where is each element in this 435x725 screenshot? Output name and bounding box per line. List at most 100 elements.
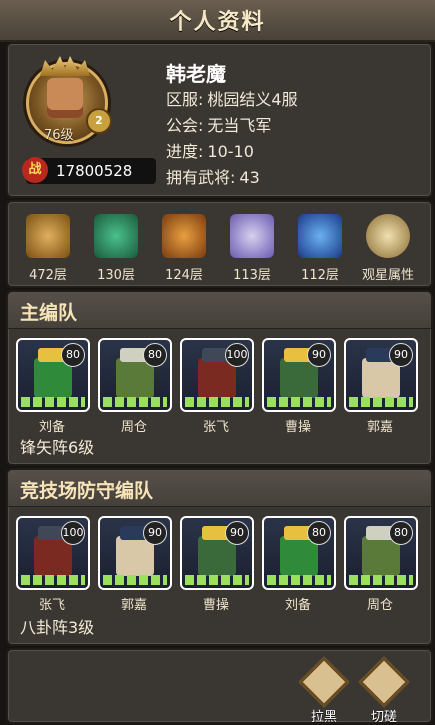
actions-panel: 拉黑 切磋 xyxy=(6,648,433,725)
guild-value: 无当飞军 xyxy=(207,116,272,135)
star-attributes-label: 观星属性 xyxy=(361,268,414,283)
server-info: 区服: 桃园结义4服 xyxy=(166,86,298,110)
hero-name: 郭嘉 xyxy=(366,420,393,435)
main-team-header: 主编队 xyxy=(8,292,431,329)
hero-stars xyxy=(349,397,413,407)
hero-name: 曹操 xyxy=(202,598,229,613)
hero-level-badge: 80 xyxy=(307,521,331,545)
hero-name: 刘备 xyxy=(284,598,311,613)
hero-stars xyxy=(103,397,167,407)
guild-label: 公会: xyxy=(166,116,204,135)
hero-portrait: 80 xyxy=(16,338,90,412)
hero-stars xyxy=(349,575,413,585)
hero-level-badge: 80 xyxy=(61,343,85,367)
hero-card[interactable]: 100 张飞 xyxy=(180,338,254,435)
hero-stars xyxy=(267,397,331,407)
green-dragon-icon xyxy=(94,214,138,258)
power-display: 战 17800528 xyxy=(22,157,156,184)
hero-level-badge: 80 xyxy=(143,343,167,367)
star-item[interactable]: 124层 xyxy=(154,214,214,283)
hero-portrait: 90 xyxy=(180,516,254,590)
progress-value: 10-10 xyxy=(207,142,254,161)
generals-label: 拥有武将: xyxy=(166,168,236,187)
stars-panel: 472层 130层 124层 113层 112层 观星属性 xyxy=(6,200,433,288)
hero-card[interactable]: 80 周仓 xyxy=(98,338,172,435)
hero-portrait: 90 xyxy=(344,338,418,412)
hero-stars xyxy=(103,575,167,585)
title-bar: 个人资料 xyxy=(0,0,435,42)
hero-card[interactable]: 90 曹操 xyxy=(262,338,336,435)
hero-level-badge: 90 xyxy=(389,343,413,367)
star-label: 130层 xyxy=(97,268,135,283)
spar-label: 切磋 xyxy=(370,710,397,725)
hero-name: 曹操 xyxy=(284,420,311,435)
profile-panel: 2 76级 战 17800528 韩老魔 区服: 桃园结义4服 公会: 无当飞军 进… xyxy=(6,42,433,198)
blacklist-button[interactable]: 拉黑 xyxy=(298,656,350,725)
crossed-swords-icon xyxy=(26,214,70,258)
hero-level-badge: 90 xyxy=(225,521,249,545)
hero-card[interactable]: 80 刘备 xyxy=(16,338,90,435)
hero-stars xyxy=(21,575,85,585)
star-item[interactable]: 472层 xyxy=(18,214,78,283)
hero-stars xyxy=(185,397,249,407)
blue-crystal-icon xyxy=(298,214,342,258)
hero-portrait: 100 xyxy=(180,338,254,412)
generals-value: 43 xyxy=(239,168,260,187)
hero-level-badge: 100 xyxy=(225,343,249,367)
hero-level-badge: 80 xyxy=(389,521,413,545)
server-label: 区服: xyxy=(166,90,204,109)
player-name: 韩老魔 xyxy=(166,62,226,86)
star-item[interactable]: 130层 xyxy=(86,214,146,283)
hero-name: 张飞 xyxy=(38,598,65,613)
blacklist-label: 拉黑 xyxy=(310,710,337,725)
progress-info: 进度: 10-10 xyxy=(166,138,254,162)
arena-team-header: 竞技场防守编队 xyxy=(8,470,431,507)
hero-name: 郭嘉 xyxy=(120,598,147,613)
hero-card[interactable]: 80 周仓 xyxy=(344,516,418,613)
star-item[interactable]: 113层 xyxy=(222,214,282,283)
star-label: 112层 xyxy=(301,268,339,283)
guild-info: 公会: 无当飞军 xyxy=(166,112,271,136)
hero-stars xyxy=(21,397,85,407)
player-level: 76级 xyxy=(44,128,74,143)
main-team-panel: 主编队 80 刘备 80 周仓 100 张飞 90 曹操 90 郭嘉 锋矢阵6级 xyxy=(6,290,433,466)
hero-portrait: 90 xyxy=(98,516,172,590)
star-attributes-button[interactable]: 观星属性 xyxy=(358,214,418,283)
formation-label: 八卦阵3级 xyxy=(20,618,95,637)
spar-button[interactable]: 切磋 xyxy=(358,656,410,725)
star-label: 124层 xyxy=(165,268,203,283)
blacklist-icon xyxy=(298,656,350,708)
hero-name: 周仓 xyxy=(366,598,393,613)
power-value: 17800528 xyxy=(56,162,133,180)
hero-card[interactable]: 90 郭嘉 xyxy=(344,338,418,435)
hero-name: 刘备 xyxy=(38,420,65,435)
yin-yang-icon xyxy=(366,214,410,258)
hero-level-badge: 100 xyxy=(61,521,85,545)
hero-level-badge: 90 xyxy=(307,343,331,367)
spar-icon xyxy=(358,656,410,708)
hero-portrait: 80 xyxy=(344,516,418,590)
star-item[interactable]: 112层 xyxy=(290,214,350,283)
hero-portrait: 80 xyxy=(98,338,172,412)
hero-name: 周仓 xyxy=(120,420,147,435)
formation-label: 锋矢阵6级 xyxy=(20,438,95,457)
progress-label: 进度: xyxy=(166,142,204,161)
hero-card[interactable]: 90 曹操 xyxy=(180,516,254,613)
hero-name: 张飞 xyxy=(202,420,229,435)
hero-card[interactable]: 80 刘备 xyxy=(262,516,336,613)
star-label: 472层 xyxy=(29,268,67,283)
hero-stars xyxy=(267,575,331,585)
main-team-title: 主编队 xyxy=(20,302,78,324)
vip-badge: 2 xyxy=(86,108,112,134)
generals-info: 拥有武将: 43 xyxy=(166,164,260,188)
hero-portrait: 80 xyxy=(262,516,336,590)
hero-card[interactable]: 90 郭嘉 xyxy=(98,516,172,613)
server-value: 桃园结义4服 xyxy=(207,90,298,109)
hero-portrait: 90 xyxy=(262,338,336,412)
power-icon: 战 xyxy=(22,157,48,183)
hero-level-badge: 90 xyxy=(143,521,167,545)
hero-stars xyxy=(185,575,249,585)
purple-beast-icon xyxy=(230,214,274,258)
star-label: 113层 xyxy=(233,268,271,283)
hero-card[interactable]: 100 张飞 xyxy=(16,516,90,613)
